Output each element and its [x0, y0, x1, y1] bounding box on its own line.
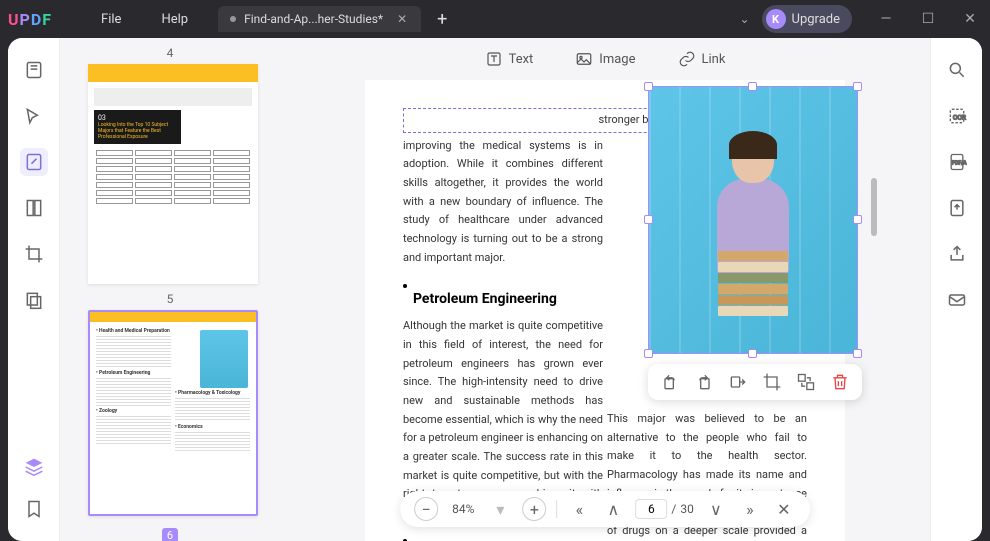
menu-file[interactable]: File — [81, 12, 141, 27]
edit-tool-icon[interactable] — [20, 148, 48, 176]
zoom-out-icon[interactable]: − — [414, 497, 438, 521]
resize-handle[interactable] — [748, 349, 757, 358]
image-tool[interactable]: Image — [575, 50, 635, 68]
pdfa-icon[interactable]: PDF/A — [943, 148, 971, 176]
search-icon[interactable] — [943, 56, 971, 84]
share-icon[interactable] — [943, 240, 971, 268]
page-input[interactable] — [635, 499, 667, 519]
replace-icon[interactable] — [796, 372, 816, 392]
zoom-dropdown-icon[interactable]: ▾ — [488, 497, 512, 521]
thumbnail-page-4[interactable]: 03Looking Into the Top 10 Subject Majors… — [88, 64, 258, 284]
next-page-icon[interactable]: ∨ — [704, 497, 728, 521]
document-viewport: Text Image Link stronger bonds, and the … — [280, 38, 930, 541]
titlebar: UPDF File Help Find-and-Ap...her-Studies… — [0, 0, 990, 38]
close-icon[interactable]: ✕ — [395, 12, 409, 26]
app-logo: UPDF — [8, 10, 51, 29]
minimize-icon[interactable]: — — [874, 11, 898, 27]
zoom-in-icon[interactable]: + — [522, 497, 546, 521]
page-indicator: / 30 — [635, 499, 693, 519]
prev-page-icon[interactable]: ∧ — [601, 497, 625, 521]
right-toolbar: OCR PDF/A — [930, 38, 982, 541]
window-controls: — ☐ ✕ — [874, 11, 982, 27]
organize-tool-icon[interactable] — [20, 194, 48, 222]
layers-icon[interactable] — [20, 453, 48, 481]
svg-text:OCR: OCR — [952, 113, 965, 121]
resize-handle[interactable] — [748, 82, 757, 91]
tab-modified-dot-icon — [230, 16, 236, 22]
crop-image-icon[interactable] — [762, 372, 782, 392]
delete-icon[interactable] — [830, 372, 850, 392]
last-page-icon[interactable]: » — [738, 497, 762, 521]
pages-tool-icon[interactable] — [20, 286, 48, 314]
thumbnail-page-6[interactable]: • Health and Medical Preparation • Petro… — [88, 310, 258, 516]
chevron-down-icon[interactable]: ⌄ — [739, 12, 749, 26]
menu-help[interactable]: Help — [141, 12, 208, 27]
document-tab[interactable]: Find-and-Ap...her-Studies* ✕ — [218, 6, 421, 32]
upgrade-button[interactable]: K Upgrade — [762, 5, 852, 33]
first-page-icon[interactable]: « — [567, 497, 591, 521]
body-text: improving the medical systems is in adop… — [403, 137, 603, 268]
text-tool[interactable]: Text — [485, 50, 534, 68]
svg-text:PDF/A: PDF/A — [952, 161, 967, 167]
image-context-toolbar — [648, 364, 862, 400]
resize-handle[interactable] — [644, 82, 653, 91]
main-area: 4 03Looking Into the Top 10 Subject Majo… — [8, 38, 982, 541]
heading-petroleum: Petroleum Engineering — [413, 288, 557, 312]
thumb-label-5: 5 — [88, 292, 252, 306]
tab-title: Find-and-Ap...her-Studies* — [244, 12, 383, 26]
resize-handle[interactable] — [644, 215, 653, 224]
thumb-label-4: 4 — [88, 46, 252, 60]
edit-toolbar: Text Image Link — [280, 38, 930, 80]
bookmark-icon[interactable] — [20, 495, 48, 523]
selected-image[interactable] — [648, 86, 858, 354]
resize-handle[interactable] — [644, 349, 653, 358]
reader-tool-icon[interactable] — [20, 56, 48, 84]
add-tab-button[interactable]: + — [437, 9, 447, 30]
thumb-label-6: 6 — [162, 528, 178, 541]
rotate-right-icon[interactable] — [694, 372, 714, 392]
crop-tool-icon[interactable] — [20, 240, 48, 268]
export-icon[interactable] — [943, 194, 971, 222]
page-navigation-bar: − 84% ▾ + « ∧ / 30 ∨ » ✕ — [400, 491, 810, 527]
zoom-level: 84% — [448, 502, 478, 516]
rotate-left-icon[interactable] — [660, 372, 680, 392]
close-bar-icon[interactable]: ✕ — [772, 497, 796, 521]
close-window-icon[interactable]: ✕ — [958, 11, 982, 27]
user-badge: K — [766, 9, 786, 29]
link-tool[interactable]: Link — [678, 50, 726, 68]
resize-handle[interactable] — [853, 349, 862, 358]
scrollbar-thumb[interactable] — [871, 178, 877, 236]
maximize-icon[interactable]: ☐ — [916, 11, 940, 27]
email-icon[interactable] — [943, 286, 971, 314]
resize-handle[interactable] — [853, 82, 862, 91]
comment-tool-icon[interactable] — [20, 102, 48, 130]
left-toolbar — [8, 38, 60, 541]
resize-handle[interactable] — [853, 215, 862, 224]
ocr-icon[interactable]: OCR — [943, 102, 971, 130]
extract-icon[interactable] — [728, 372, 748, 392]
upgrade-label: Upgrade — [792, 12, 840, 27]
thumbnails-panel: 4 03Looking Into the Top 10 Subject Majo… — [60, 38, 280, 541]
